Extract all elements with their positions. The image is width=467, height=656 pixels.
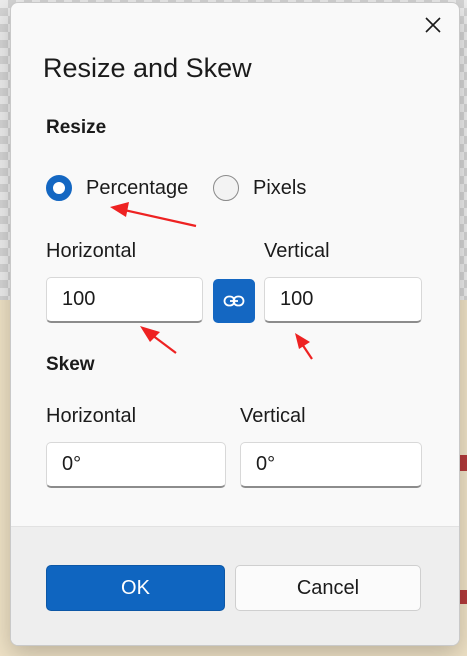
resize-vertical-input[interactable]: 100 [264, 277, 422, 323]
ok-button[interactable]: OK [46, 565, 225, 611]
skew-vertical-label: Vertical [240, 405, 306, 427]
radio-checked-icon [46, 175, 72, 201]
cancel-button[interactable]: Cancel [235, 565, 421, 611]
resize-vertical-label: Vertical [264, 240, 330, 262]
skew-vertical-input[interactable]: 0° [240, 442, 422, 488]
skew-horizontal-label: Horizontal [46, 405, 137, 427]
resize-skew-dialog: Resize and Skew Resize Percentage Pixels… [10, 2, 460, 646]
close-icon [425, 17, 441, 33]
dialog-footer: OK Cancel [11, 526, 459, 645]
dialog-title: Resize and Skew [43, 53, 252, 83]
close-button[interactable] [417, 9, 449, 41]
skew-horizontal-input[interactable]: 0° [46, 442, 226, 488]
resize-horizontal-label: Horizontal [46, 240, 137, 262]
pixels-radio[interactable]: Pixels [213, 175, 306, 201]
lock-aspect-ratio-button[interactable] [213, 279, 255, 323]
percentage-radio[interactable]: Percentage [46, 175, 188, 201]
percentage-radio-label: Percentage [86, 176, 189, 199]
resize-section-label: Resize [46, 117, 107, 138]
link-icon [223, 295, 245, 307]
pixels-radio-label: Pixels [253, 176, 307, 199]
skew-section-label: Skew [46, 354, 95, 375]
radio-unchecked-icon [213, 175, 239, 201]
resize-horizontal-input[interactable]: 100 [46, 277, 203, 323]
